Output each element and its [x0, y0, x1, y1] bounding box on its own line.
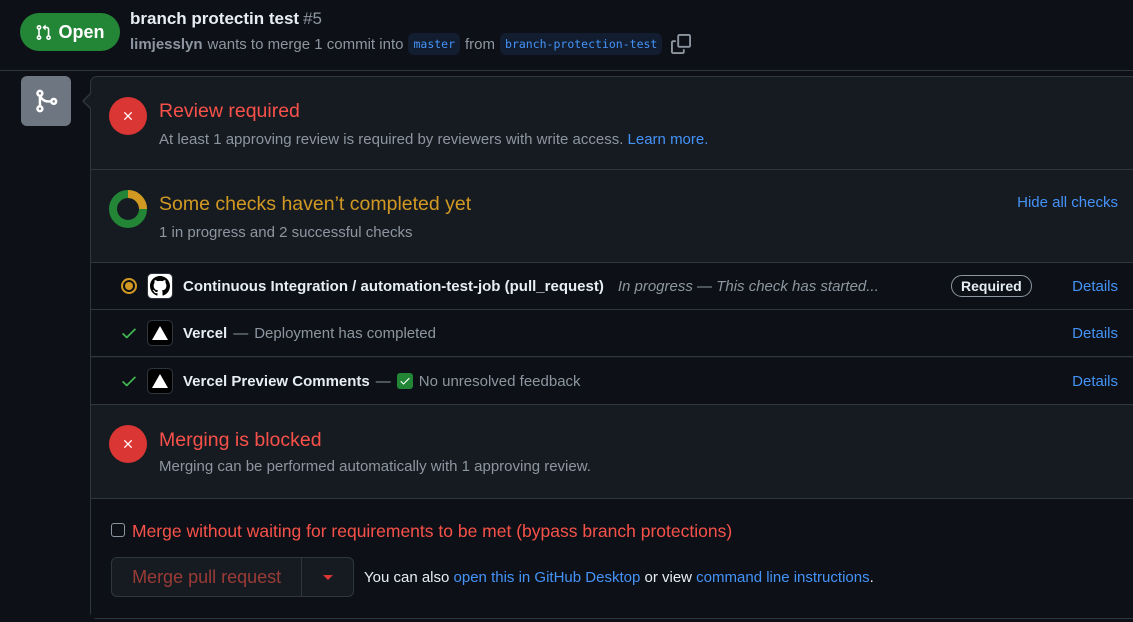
check-text: Vercel — Deployment has completed [183, 325, 436, 342]
review-required-title: Review required [159, 100, 300, 122]
or-view-text: or view [644, 569, 692, 586]
success-status [119, 371, 139, 391]
hide-all-checks-link[interactable]: Hide all checks [1017, 194, 1118, 211]
merge-button-group: Merge pull request [111, 557, 354, 597]
bypass-label[interactable]: Merge without waiting for requirements t… [132, 521, 732, 542]
merging-blocked-section: Merging is blocked Merging can be perfor… [91, 405, 1133, 499]
check-text: Vercel Preview Comments — No unresolved … [183, 373, 581, 390]
check-icon [122, 376, 136, 387]
merge-status-icon-box [21, 76, 71, 126]
x-icon [124, 112, 132, 120]
caret-down-icon [322, 574, 333, 580]
review-required-subtitle: At least 1 approving review is required … [159, 131, 708, 148]
period: . [869, 569, 874, 586]
copy-icon[interactable] [671, 34, 692, 54]
merging-blocked-subtitle: Merging can be performed automatically w… [159, 458, 591, 475]
pr-meta: limjesslyn wants to merge 1 commit into … [130, 33, 692, 55]
pr-state-badge: Open [20, 13, 120, 51]
check-description: No unresolved feedback [418, 372, 581, 390]
command-line-instructions-link[interactable]: command line instructions [696, 569, 869, 586]
github-desktop-link[interactable]: open this in GitHub Desktop [454, 569, 641, 586]
checks-progress-donut-icon [109, 190, 147, 228]
green-check-box-icon [396, 373, 413, 389]
blocked-status [109, 425, 147, 463]
head-branch[interactable]: branch-protection-test [500, 33, 663, 55]
required-badge: Required [951, 275, 1032, 297]
vercel-avatar [147, 368, 173, 394]
check-icon [122, 328, 136, 339]
merge-pull-request-button[interactable]: Merge pull request [112, 558, 303, 596]
checks-section: Some checks haven’t completed yet 1 in p… [91, 170, 1133, 263]
pr-title: branch protectin test #5 [130, 9, 322, 29]
github-icon [150, 276, 170, 296]
success-status [119, 323, 139, 343]
details-link[interactable]: Details [1072, 373, 1118, 390]
checks-title: Some checks haven’t completed yet [159, 193, 472, 215]
check-row: Vercel — Deployment has completed Detail… [91, 310, 1133, 357]
pr-header: Open branch protectin test #5 limjesslyn … [0, 0, 1133, 71]
vercel-icon [152, 374, 168, 388]
merging-blocked-title: Merging is blocked [159, 429, 322, 451]
check-text: Continuous Integration / automation-test… [183, 278, 879, 295]
author-link[interactable]: limjesslyn [130, 36, 203, 53]
check-separator: — [375, 372, 391, 390]
review-required-text: At least 1 approving review is required … [159, 131, 624, 148]
base-branch[interactable]: master [408, 33, 461, 55]
pr-meta-text: wants to merge 1 commit into [207, 35, 404, 53]
check-description: In progress — This check has started... [617, 277, 879, 295]
check-row: Vercel Preview Comments — No unresolved … [91, 358, 1133, 405]
check-name: Continuous Integration / automation-test… [183, 277, 604, 295]
pr-number: #5 [303, 9, 323, 28]
pr-title-text: branch protectin test [130, 9, 300, 28]
merge-method-dropdown[interactable] [302, 558, 353, 596]
review-required-section: Review required At least 1 approving rev… [91, 77, 1133, 170]
also-prefix: You can also [364, 569, 450, 586]
from-text: from [465, 35, 496, 53]
vercel-icon [152, 326, 168, 340]
check-name: Vercel [183, 324, 228, 342]
vercel-avatar [147, 320, 173, 346]
git-pull-request-icon [37, 24, 52, 40]
merge-actions-section: Merge without waiting for requirements t… [91, 499, 1133, 618]
in-progress-status [119, 276, 139, 296]
learn-more-link[interactable]: Learn more. [628, 131, 709, 148]
bypass-checkbox[interactable] [111, 523, 125, 537]
in-progress-dot-icon [121, 278, 137, 294]
git-merge-icon [36, 89, 58, 113]
check-separator: — [233, 324, 249, 342]
merge-alternatives-text: You can also open this in GitHub Desktop… [364, 569, 874, 586]
details-link[interactable]: Details [1072, 278, 1118, 295]
github-avatar [147, 273, 173, 299]
check-description: Deployment has completed [254, 324, 436, 342]
x-icon [124, 440, 132, 448]
details-link[interactable]: Details [1072, 325, 1118, 342]
check-row: Continuous Integration / automation-test… [91, 263, 1133, 310]
check-name: Vercel Preview Comments [183, 372, 370, 390]
checks-subtitle: 1 in progress and 2 successful checks [159, 224, 413, 241]
pr-state-label: Open [58, 21, 105, 42]
review-failed-status [109, 97, 147, 135]
